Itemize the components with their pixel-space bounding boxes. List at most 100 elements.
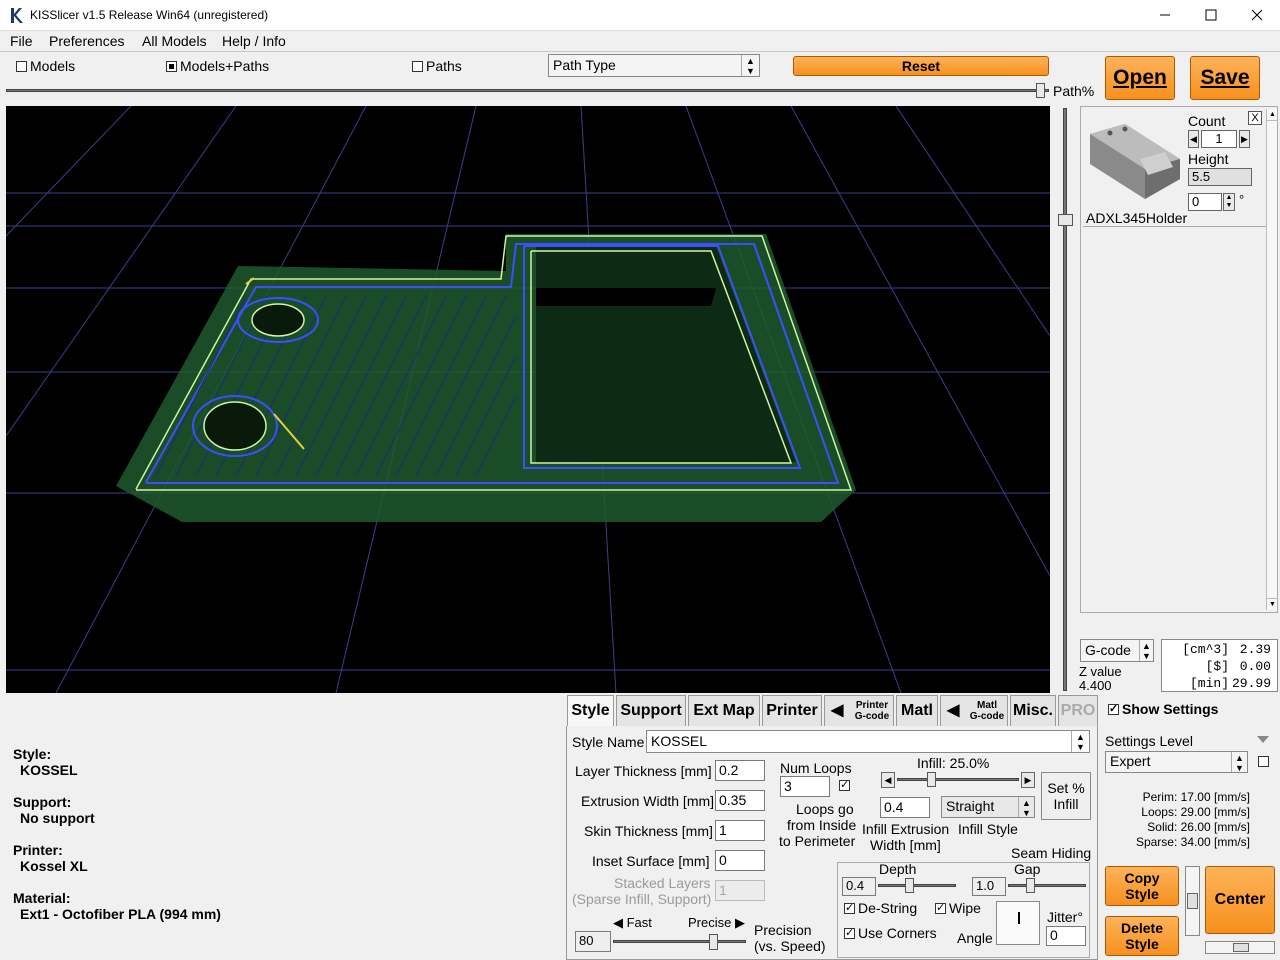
tab-matl[interactable]: Matl [896, 695, 938, 727]
models-paths-toggle[interactable]: Models+Paths [166, 58, 269, 74]
precision-slider[interactable] [613, 931, 746, 953]
set-infill-button[interactable]: Set % Infill [1041, 772, 1091, 820]
models-checkbox[interactable] [16, 61, 27, 72]
model-thumbnail [1090, 124, 1180, 199]
models-toggle[interactable]: Models [16, 58, 75, 74]
depth-slider-thumb[interactable] [905, 878, 914, 893]
style-name-select[interactable]: KOSSEL ▲ ▼ [646, 730, 1090, 753]
loops-speed: Loops: 29.00 [mm/s] [1141, 805, 1250, 819]
count-stepper[interactable]: ◀ 1 ▶ [1188, 130, 1250, 148]
menu-file[interactable]: File [10, 33, 33, 49]
tab-printer[interactable]: Printer [762, 695, 822, 727]
tab-printer-gcode[interactable]: ◀ Printer G-code [824, 695, 894, 727]
wipe-toggle[interactable]: Wipe [935, 900, 981, 916]
summary-support-label: Support: [13, 794, 72, 810]
triangle-right-icon[interactable]: ▶ [1021, 772, 1035, 788]
infill-style-select[interactable]: Straight ▲ ▼ [941, 796, 1035, 818]
remove-model-button[interactable]: X [1248, 111, 1262, 125]
rotation-field[interactable]: 0 [1188, 193, 1222, 211]
extrusion-width-input[interactable]: 0.35 [715, 790, 765, 811]
settings-extra-checkbox[interactable] [1258, 756, 1269, 767]
paths-label: Paths [426, 58, 462, 74]
output-mode-select[interactable]: G-code ▲ ▼ [1080, 639, 1154, 662]
rotation-spinner[interactable]: ▲ ▼ [1223, 193, 1235, 211]
style-name-label: Style Name [572, 734, 645, 750]
loops-checkbox[interactable] [839, 778, 850, 791]
scroll-down-icon[interactable]: ▼ [1267, 598, 1278, 610]
gap-slider-thumb[interactable] [1026, 878, 1035, 893]
3d-viewport[interactable] [6, 106, 1050, 693]
updown-icon: ▲ ▼ [1071, 731, 1089, 752]
angle-dial[interactable] [996, 901, 1040, 945]
show-settings-toggle[interactable]: Show Settings [1108, 701, 1218, 717]
gap-value[interactable]: 1.0 [972, 877, 1006, 896]
gap-slider[interactable] [1008, 877, 1086, 895]
show-settings-checkbox[interactable] [1108, 702, 1119, 715]
center-button[interactable]: Center [1205, 866, 1275, 934]
paths-checkbox[interactable] [412, 61, 423, 72]
collapse-triangle-icon[interactable] [1257, 736, 1269, 743]
path-type-select[interactable]: Path Type ▲ ▼ [548, 54, 760, 77]
infill-width-input[interactable]: 0.4 [880, 797, 930, 818]
infill-slider[interactable]: ◀ ▶ [881, 772, 1035, 788]
paths-toggle[interactable]: Paths [412, 58, 462, 74]
scroll-up-icon[interactable]: ▲ [1267, 109, 1278, 121]
num-loops-input[interactable]: 3 [780, 776, 830, 797]
tab-style[interactable]: Style [567, 695, 614, 727]
close-icon[interactable] [1250, 8, 1264, 22]
depth-value[interactable]: 0.4 [842, 877, 876, 896]
models-paths-radio[interactable] [166, 61, 177, 72]
wipe-checkbox[interactable] [935, 901, 946, 914]
layer-slider-thumb[interactable] [1058, 214, 1073, 226]
save-button[interactable]: Save [1190, 56, 1260, 100]
settings-level-select[interactable]: Expert ▲ ▼ [1105, 751, 1248, 773]
summary-printer-label: Printer: [13, 842, 63, 858]
precision-value[interactable]: 80 [575, 931, 611, 952]
model-list-scrollbar[interactable]: ▲ ▼ [1266, 109, 1278, 610]
destring-toggle[interactable]: De-String [844, 900, 917, 916]
delete-style-button[interactable]: Delete Style [1105, 916, 1179, 956]
infill-slider-thumb[interactable] [927, 772, 936, 787]
maximize-icon[interactable] [1204, 8, 1218, 22]
tab-ext-map[interactable]: Ext Map [688, 695, 760, 727]
precision-slider-thumb[interactable] [709, 934, 718, 950]
style-scrollbar-thumb[interactable] [1187, 893, 1198, 909]
model-card[interactable]: ADXL345Holder X Count ◀ 1 ▶ Height 5.5 0… [1083, 109, 1266, 227]
jitter-input[interactable]: 0 [1046, 926, 1086, 946]
height-field[interactable]: 5.5 [1188, 168, 1252, 186]
tab-misc[interactable]: Misc. [1010, 695, 1056, 727]
decrement-icon[interactable]: ◀ [1188, 130, 1199, 148]
reset-button[interactable]: Reset [793, 56, 1049, 76]
open-button[interactable]: Open [1105, 56, 1175, 100]
menu-all-models[interactable]: All Models [142, 33, 207, 49]
use-corners-toggle[interactable]: Use Corners [844, 925, 937, 941]
increment-icon[interactable]: ▶ [1239, 130, 1250, 148]
use-corners-checkbox[interactable] [844, 926, 855, 939]
path-slider[interactable] [6, 83, 1049, 99]
menu-help[interactable]: Help / Info [222, 33, 286, 49]
count-value[interactable]: 1 [1201, 130, 1237, 148]
layer-slider[interactable] [1056, 106, 1074, 693]
menu-preferences[interactable]: Preferences [49, 33, 124, 49]
tab-pro[interactable]: PRO [1058, 695, 1098, 727]
tab-matl-gcode[interactable]: ◀ Matl G-code [940, 695, 1008, 727]
minimize-icon[interactable] [1158, 8, 1172, 22]
volume-label: [cm^3] [1182, 642, 1229, 657]
gap-slider-track [1008, 884, 1086, 887]
triangle-left-icon[interactable]: ◀ [881, 772, 895, 788]
inset-surface-input[interactable]: 0 [715, 850, 765, 871]
destring-checkbox[interactable] [844, 901, 855, 914]
tab-support[interactable]: Support [616, 695, 686, 727]
skin-thickness-input[interactable]: 1 [715, 820, 765, 841]
depth-slider[interactable] [878, 877, 956, 895]
set-infill-line1: Set % [1047, 780, 1085, 796]
path-slider-thumb[interactable] [1036, 83, 1045, 98]
title-bar: KISSlicer v1.5 Release Win64 (unregister… [0, 0, 1280, 31]
layer-thickness-label: Layer Thickness [mm] [575, 763, 712, 779]
style-scrollbar[interactable] [1185, 866, 1200, 936]
models-paths-label: Models+Paths [180, 58, 270, 74]
copy-style-button[interactable]: Copy Style [1105, 866, 1179, 906]
bottom-hscrollbar[interactable] [1205, 941, 1275, 954]
bottom-hscrollbar-thumb[interactable] [1233, 943, 1249, 952]
layer-thickness-input[interactable]: 0.2 [715, 760, 765, 781]
